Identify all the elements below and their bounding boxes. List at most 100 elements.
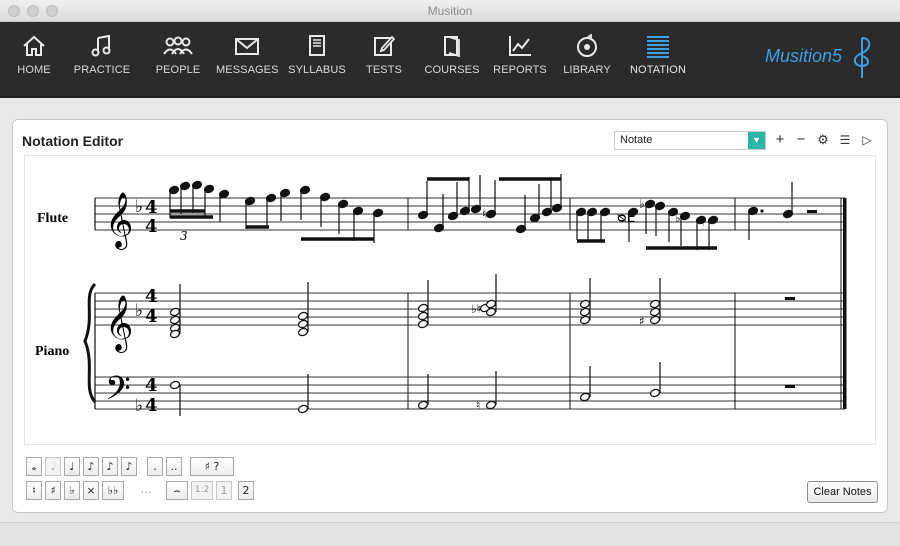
nav-messages[interactable]: MESSAGES: [216, 30, 278, 92]
add-icon[interactable]: +: [772, 131, 788, 149]
nav-home[interactable]: HOME: [12, 30, 56, 92]
note-head: [297, 404, 309, 414]
clear-notes-button[interactable]: Clear Notes: [807, 481, 878, 503]
gear-icon[interactable]: ⚙: [815, 131, 831, 149]
envelope-icon: [235, 38, 259, 55]
note-head: [297, 311, 309, 321]
double-dot-button[interactable]: ..: [166, 457, 182, 476]
natural-button[interactable]: ♮: [26, 481, 42, 500]
tuplet-ratio-button[interactable]: 1:2: [191, 481, 213, 500]
staff-lines: [95, 197, 845, 410]
whole-note-button[interactable]: 𝅝: [26, 457, 42, 476]
play-icon[interactable]: ▷: [859, 131, 875, 149]
flat-button[interactable]: ♭: [64, 481, 80, 500]
nav-home-label: HOME: [17, 64, 51, 76]
music-note-icon: [91, 34, 111, 57]
nav-reports[interactable]: REPORTS: [492, 30, 548, 92]
more-button[interactable]: …: [129, 481, 163, 500]
nav-practice-label: PRACTICE: [73, 64, 131, 76]
natural-accidental-icon: ♮: [482, 207, 486, 221]
nav-messages-label: MESSAGES: [216, 64, 279, 76]
nav-people[interactable]: PEOPLE: [150, 30, 206, 92]
flat-accidental-icon: ♭: [639, 197, 645, 211]
grand-staff-brace: [83, 282, 97, 403]
key-signature-piano-treble: ♭: [135, 301, 143, 321]
sixteenth-note-button[interactable]: ♪: [102, 457, 118, 476]
voice-2-button[interactable]: 2: [238, 481, 254, 500]
treble-clef-icon: 𝄞: [105, 192, 133, 250]
time-sig-top: 4: [145, 197, 158, 218]
title-bar: Musition: [0, 0, 900, 22]
mode-select[interactable]: Notate ▼: [614, 131, 766, 150]
thirty-second-note-button[interactable]: ♪: [121, 457, 137, 476]
staff-label-piano: Piano: [35, 344, 69, 359]
voice-1-button[interactable]: 1: [216, 481, 232, 500]
treble-clef-icon: 𝄞: [105, 295, 133, 353]
staff-lines-icon: [647, 36, 669, 58]
nav-courses[interactable]: COURSES: [424, 30, 480, 92]
double-sharp-button[interactable]: ×: [83, 481, 99, 500]
time-sig-bottom: 4: [145, 395, 158, 416]
nav-tests[interactable]: TESTS: [364, 30, 404, 92]
list-icon[interactable]: ☰: [837, 131, 853, 149]
note-head: [297, 319, 309, 329]
nav-library[interactable]: LIBRARY: [562, 30, 612, 92]
staff-label-flute: Flute: [37, 211, 68, 226]
dot-button[interactable]: .: [147, 457, 163, 476]
disc-icon: [577, 34, 597, 57]
final-barline-thick: [843, 198, 847, 409]
app-window: Musition HOME PRACTICE PEOPLE MESSAGES S…: [0, 0, 900, 546]
nav-tests-label: TESTS: [366, 64, 402, 76]
rest: [785, 297, 795, 300]
note-head: [417, 303, 429, 313]
time-sig-bottom: 4: [145, 306, 158, 327]
natural-accidental-icon: ♮: [700, 215, 704, 229]
half-note-button[interactable]: 𝅗𝅥: [45, 457, 61, 476]
remove-icon[interactable]: −: [793, 131, 809, 149]
note-head: [485, 400, 497, 410]
note-palette: 𝅝 𝅗𝅥 ♩ ♪ ♪ ♪ . .. ♯ ? ♮ ♯ ♭ × ♭♭ … ⌢ 1:2 …: [22, 455, 262, 501]
nav-reports-label: REPORTS: [493, 64, 547, 76]
key-signature-flute: ♭: [135, 197, 143, 217]
note-head: [169, 380, 181, 390]
nav-notation-label: NOTATION: [630, 64, 686, 76]
book-icon: [309, 35, 325, 56]
minimize-window-button[interactable]: [27, 5, 39, 17]
note-head: [297, 327, 309, 337]
note-head: [417, 319, 429, 329]
brand-logo-icon: [854, 37, 871, 78]
sharp-button[interactable]: ♯: [45, 481, 61, 500]
chevron-down-icon[interactable]: ▼: [748, 132, 765, 149]
natural-accidental-icon: ♮: [476, 398, 480, 412]
nav-syllabus[interactable]: SYLLABUS: [288, 30, 346, 92]
double-flat-button[interactable]: ♭♭: [102, 481, 124, 500]
zoom-window-button[interactable]: [46, 5, 58, 17]
window-title: Musition: [427, 4, 473, 18]
eighth-note-button[interactable]: ♪: [83, 457, 99, 476]
key-signature-piano-bass: ♭: [135, 396, 143, 416]
mode-select-value: Notate: [620, 134, 653, 146]
accidental-rest-button[interactable]: ♯ ?: [190, 457, 234, 476]
nav-syllabus-label: SYLLABUS: [288, 64, 346, 76]
quarter-note-button[interactable]: ♩: [64, 457, 80, 476]
nav-notation[interactable]: NOTATION: [626, 30, 690, 92]
sharp-accidental-icon: ♯: [639, 314, 645, 328]
note-head: [579, 392, 591, 402]
note-head: [649, 388, 661, 398]
courses-icon: [444, 36, 460, 58]
nav-courses-label: COURSES: [424, 64, 480, 76]
main-nav-bar: HOME PRACTICE PEOPLE MESSAGES SYLLABUS T…: [0, 22, 900, 98]
score-canvas[interactable]: Flute Piano 𝄞 𝄞 𝄢 ♭ ♭ ♭ 4 4 4 4 4 4 3 ♮ ᴓ…: [24, 155, 876, 445]
flat-accidental-icon: ♭♮: [471, 302, 481, 316]
pencil-icon: [374, 35, 396, 56]
rest: [785, 385, 795, 388]
close-window-button[interactable]: [8, 5, 20, 17]
tie-button[interactable]: ⌢: [166, 481, 188, 500]
nav-library-label: LIBRARY: [563, 64, 611, 76]
score-svg: Flute Piano 𝄞 𝄞 𝄢 ♭ ♭ ♭ 4 4 4 4 4 4 3 ♮ ᴓ…: [35, 174, 847, 416]
bottom-bar: [0, 522, 900, 546]
nav-practice[interactable]: PRACTICE: [72, 30, 132, 92]
time-sig-top: 4: [145, 286, 158, 307]
flat-accidental-icon: ♭: [675, 211, 681, 225]
home-icon: [23, 35, 45, 56]
